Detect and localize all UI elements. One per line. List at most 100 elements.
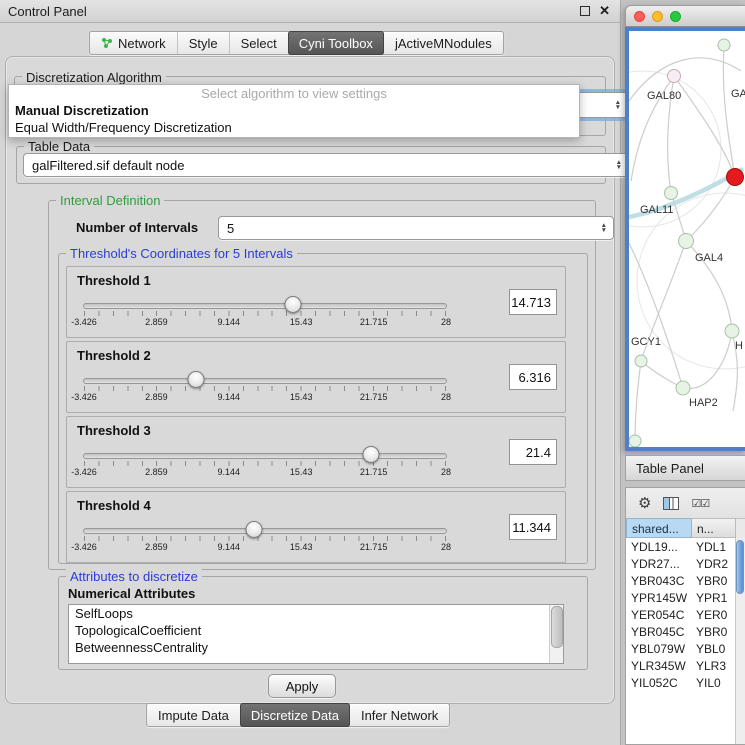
tab-infer-network[interactable]: Infer Network bbox=[350, 704, 449, 726]
table-header-row: shared... n... bbox=[626, 518, 736, 538]
table-row[interactable]: YLR345WYLR3 bbox=[626, 657, 736, 674]
table-row[interactable]: YDL19...YDL1 bbox=[626, 538, 736, 555]
slider-track[interactable] bbox=[83, 303, 447, 309]
network-window-titlebar[interactable] bbox=[625, 5, 745, 27]
tab-label: Style bbox=[189, 36, 218, 51]
float-window-icon[interactable] bbox=[580, 6, 590, 16]
attributes-scrollbar[interactable] bbox=[549, 605, 563, 663]
columns-icon[interactable] bbox=[663, 497, 679, 510]
number-of-intervals-label: Number of Intervals bbox=[76, 220, 198, 235]
window-controls: ✕ bbox=[580, 5, 620, 17]
threshold-1-label: Threshold 1 bbox=[77, 273, 151, 288]
algorithm-group-label: Discretization Algorithm bbox=[22, 70, 166, 85]
tab-cyni-toolbox[interactable]: Cyni Toolbox bbox=[288, 31, 384, 55]
slider-tick-labels: -3.426 2.859 9.144 15.43 21.715 28 bbox=[84, 317, 446, 328]
bottom-tabbar: Impute Data Discretize Data Infer Networ… bbox=[146, 703, 450, 727]
tab-label: Select bbox=[241, 36, 277, 51]
table-row[interactable]: YBR043CYBR0 bbox=[626, 572, 736, 589]
node-label: HAP2 bbox=[689, 397, 718, 409]
slider-track[interactable] bbox=[83, 528, 447, 534]
network-node[interactable] bbox=[635, 355, 647, 367]
slider-tick-labels: -3.426 2.859 9.144 15.43 21.715 28 bbox=[84, 392, 446, 403]
node-label: GAL4 bbox=[695, 252, 723, 264]
network-node[interactable] bbox=[725, 324, 739, 338]
combo-stepper-icon: ▲▼ bbox=[616, 160, 622, 170]
column-header-name[interactable]: n... bbox=[692, 518, 736, 538]
gear-icon[interactable]: ⚙ bbox=[638, 496, 651, 511]
table-vertical-scrollbar[interactable] bbox=[735, 538, 745, 744]
node-label: GA bbox=[731, 88, 745, 100]
network-canvas[interactable]: GAL80 GA GAL11 GAL4 GCY1 HAP2 H bbox=[629, 31, 745, 447]
column-header-shared-name[interactable]: shared... bbox=[626, 518, 692, 538]
threshold-3-value-field[interactable]: 21.4 bbox=[509, 439, 557, 465]
list-item-betweennesscentrality[interactable]: BetweennessCentrality bbox=[69, 639, 563, 656]
popup-item-equal-width-frequency[interactable]: Equal Width/Frequency Discretization bbox=[9, 119, 579, 136]
tab-network[interactable]: Network bbox=[90, 32, 177, 54]
network-graph: GAL80 GA GAL11 GAL4 GCY1 HAP2 H bbox=[629, 31, 745, 447]
table-scrollbar-thumb[interactable] bbox=[736, 540, 744, 594]
table-row[interactable]: YIL052CYIL0 bbox=[626, 674, 736, 691]
threshold-4-value-field[interactable]: 11.344 bbox=[509, 514, 557, 540]
control-panel-window: Control Panel ✕ Network Style Select Cyn… bbox=[0, 0, 621, 745]
threshold-4-slider[interactable]: -3.426 2.859 9.144 15.43 21.715 28 bbox=[83, 522, 447, 556]
numerical-attributes-label: Numerical Attributes bbox=[68, 586, 195, 601]
tab-discretize-data[interactable]: Discretize Data bbox=[240, 703, 350, 727]
network-node-selected[interactable] bbox=[727, 169, 744, 186]
threshold-1-value-field[interactable]: 14.713 bbox=[509, 289, 557, 315]
network-node[interactable] bbox=[665, 187, 678, 200]
threshold-4-slider-handle[interactable] bbox=[246, 521, 263, 538]
network-view-focus-frame: GAL80 GA GAL11 GAL4 GCY1 HAP2 H bbox=[625, 27, 745, 451]
list-item-selfloops[interactable]: SelfLoops bbox=[69, 605, 563, 622]
tab-label: Discretize Data bbox=[251, 708, 339, 723]
network-node[interactable] bbox=[676, 381, 690, 395]
table-row[interactable]: YER054CYER0 bbox=[626, 606, 736, 623]
threshold-4-label: Threshold 4 bbox=[77, 498, 151, 513]
zoom-traffic-light[interactable] bbox=[670, 11, 681, 22]
combo-stepper-icon: ▲▼ bbox=[615, 100, 621, 110]
table-row[interactable]: YDR27...YDR2 bbox=[626, 555, 736, 572]
slider-tick-labels: -3.426 2.859 9.144 15.43 21.715 28 bbox=[84, 542, 446, 553]
tab-impute-data[interactable]: Impute Data bbox=[147, 704, 240, 726]
popup-placeholder-text: Select algorithm to view settings bbox=[9, 85, 579, 102]
tab-label: Impute Data bbox=[158, 708, 229, 723]
close-traffic-light[interactable] bbox=[634, 11, 645, 22]
table-row[interactable]: YBL079WYBL0 bbox=[626, 640, 736, 657]
popup-item-manual-discretization[interactable]: Manual Discretization bbox=[9, 102, 579, 119]
threshold-2-value-field[interactable]: 6.316 bbox=[509, 364, 557, 390]
network-node[interactable] bbox=[718, 39, 730, 51]
table-panel-window: ⚙ ☑☑ shared... n... YDL19...YDL1 YDR27..… bbox=[625, 487, 745, 745]
threshold-3-slider-handle[interactable] bbox=[362, 446, 379, 463]
table-row[interactable]: YPR145WYPR1 bbox=[626, 589, 736, 606]
slider-ticks bbox=[84, 386, 446, 391]
threshold-2-slider[interactable]: -3.426 2.859 9.144 15.43 21.715 28 bbox=[83, 372, 447, 406]
threshold-1-slider-handle[interactable] bbox=[285, 296, 302, 313]
tab-jactivemnodules[interactable]: jActiveMNodules bbox=[384, 32, 503, 54]
network-node[interactable] bbox=[668, 70, 681, 83]
window-title: Control Panel bbox=[0, 4, 87, 19]
thresholds-group-label: Threshold's Coordinates for 5 Intervals bbox=[66, 246, 297, 261]
select-columns-icon[interactable]: ☑☑ bbox=[691, 497, 709, 510]
threshold-1-slider[interactable]: -3.426 2.859 9.144 15.43 21.715 28 bbox=[83, 297, 447, 331]
threshold-3-panel: Threshold 3 -3.426 2.859 9.144 15.43 21.… bbox=[66, 416, 566, 488]
table-panel-titlebar[interactable]: Table Panel bbox=[625, 455, 745, 481]
close-window-icon[interactable]: ✕ bbox=[599, 5, 610, 17]
table-panel-title: Table Panel bbox=[626, 461, 704, 476]
attributes-scrollbar-thumb[interactable] bbox=[551, 606, 563, 648]
number-of-intervals-combobox[interactable]: 5 ▲▼ bbox=[218, 216, 614, 240]
table-data-combobox[interactable]: galFiltered.sif default node ▲▼ bbox=[23, 153, 629, 177]
tab-select[interactable]: Select bbox=[229, 32, 288, 54]
apply-button[interactable]: Apply bbox=[268, 674, 336, 698]
minimize-traffic-light[interactable] bbox=[652, 11, 663, 22]
threshold-2-slider-handle[interactable] bbox=[187, 371, 204, 388]
slider-track[interactable] bbox=[83, 453, 447, 459]
slider-tick-labels: -3.426 2.859 9.144 15.43 21.715 28 bbox=[84, 467, 446, 478]
table-row[interactable]: YBR045CYBR0 bbox=[626, 623, 736, 640]
tab-style[interactable]: Style bbox=[177, 32, 229, 54]
network-node[interactable] bbox=[629, 435, 641, 447]
network-icon bbox=[101, 37, 113, 49]
slider-track[interactable] bbox=[83, 378, 447, 384]
list-item-topologicalcoefficient[interactable]: TopologicalCoefficient bbox=[69, 622, 563, 639]
threshold-3-slider[interactable]: -3.426 2.859 9.144 15.43 21.715 28 bbox=[83, 447, 447, 481]
network-node[interactable] bbox=[679, 234, 694, 249]
control-panel-titlebar: Control Panel ✕ bbox=[0, 0, 620, 23]
